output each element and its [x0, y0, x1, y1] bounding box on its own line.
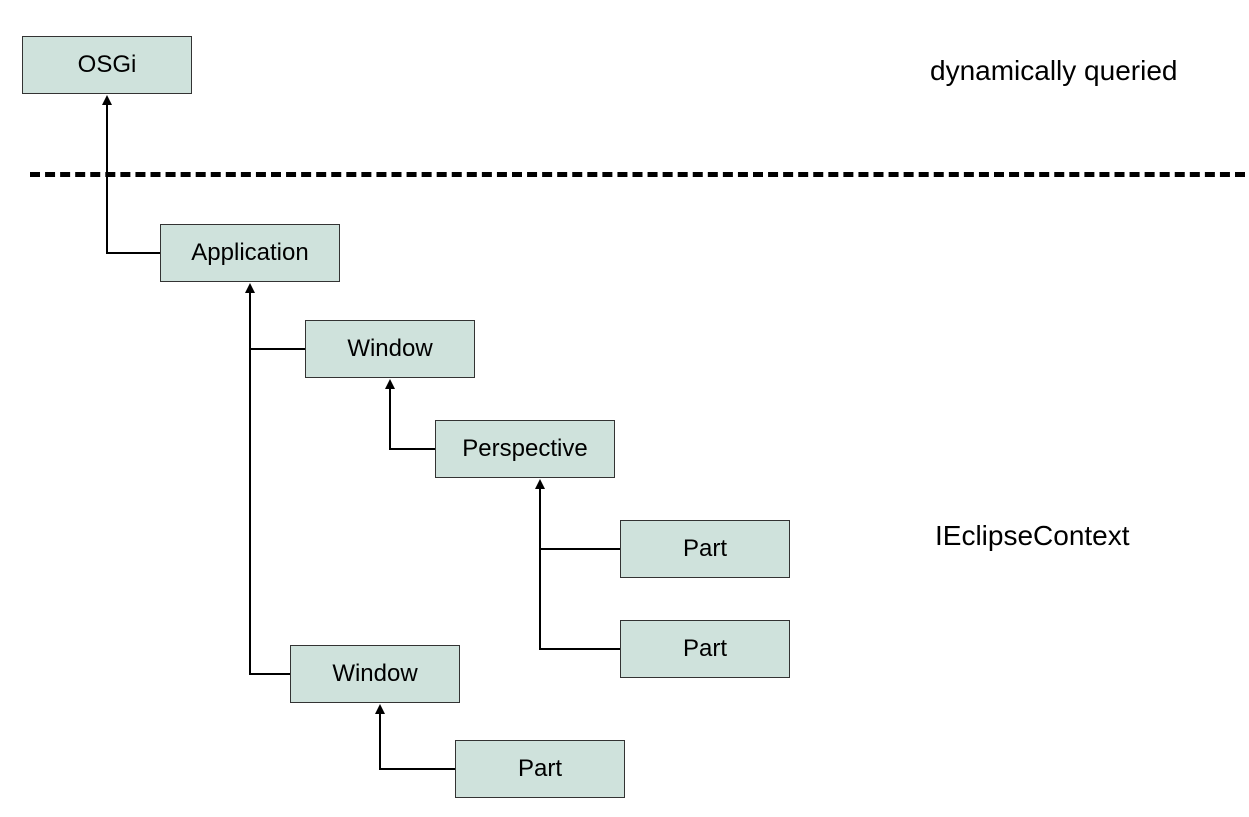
- node-part-3: Part: [455, 740, 625, 798]
- node-window-1: Window: [305, 320, 475, 378]
- label-ieclipsecontext: IEclipseContext: [935, 520, 1130, 552]
- node-perspective: Perspective: [435, 420, 615, 478]
- label-dynamically-queried: dynamically queried: [930, 55, 1177, 87]
- node-part-1: Part: [620, 520, 790, 578]
- divider-line: [30, 172, 1245, 177]
- node-window-2: Window: [290, 645, 460, 703]
- node-application: Application: [160, 224, 340, 282]
- connectors: [0, 0, 1249, 817]
- node-part-2: Part: [620, 620, 790, 678]
- node-osgi: OSGi: [22, 36, 192, 94]
